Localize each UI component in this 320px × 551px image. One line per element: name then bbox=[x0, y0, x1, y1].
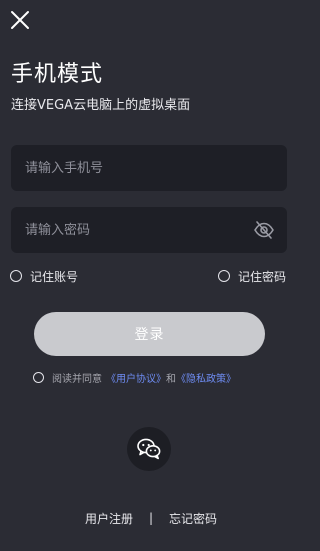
remember-account-checkbox[interactable]: 记住账号 bbox=[10, 266, 78, 286]
agreement-row: 阅读并同意 《用户协议》 和 《隐私政策》 bbox=[33, 368, 236, 386]
privacy-policy-link[interactable]: 《隐私政策》 bbox=[176, 370, 236, 385]
agreement-checkbox[interactable] bbox=[33, 371, 44, 383]
login-button[interactable]: 登录 bbox=[34, 312, 265, 356]
phone-input[interactable] bbox=[11, 145, 287, 191]
agreement-prefix: 阅读并同意 bbox=[52, 373, 102, 385]
forgot-password-link[interactable]: 忘记密码 bbox=[169, 510, 217, 527]
remember-password-radio[interactable] bbox=[218, 270, 230, 282]
register-link[interactable]: 用户注册 bbox=[85, 510, 133, 527]
eye-slash-icon[interactable] bbox=[253, 219, 275, 241]
user-agreement-link[interactable]: 《用户协议》 bbox=[106, 370, 166, 385]
wechat-icon bbox=[137, 438, 161, 460]
remember-account-radio[interactable] bbox=[10, 270, 22, 282]
footer-separator: | bbox=[148, 511, 154, 525]
login-screen: 手机模式 连接VEGA云电脑上的虚拟桌面 记住账号 记住密码 登录 阅读并同意 … bbox=[0, 0, 302, 551]
page-title: 手机模式 bbox=[11, 62, 104, 87]
footer-links: 用户注册 | 忘记密码 bbox=[0, 508, 302, 528]
password-input[interactable] bbox=[11, 207, 287, 253]
password-field-container bbox=[11, 207, 287, 253]
close-icon[interactable] bbox=[8, 8, 32, 32]
remember-password-checkbox[interactable]: 记住密码 bbox=[218, 266, 286, 286]
remember-account-label: 记住账号 bbox=[30, 269, 79, 284]
remember-password-label: 记住密码 bbox=[238, 269, 287, 284]
wechat-login-button[interactable] bbox=[127, 427, 171, 471]
page-subtitle: 连接VEGA云电脑上的虚拟桌面 bbox=[11, 98, 191, 113]
agreement-and-text: 和 bbox=[166, 373, 176, 385]
phone-field-container bbox=[11, 145, 287, 191]
